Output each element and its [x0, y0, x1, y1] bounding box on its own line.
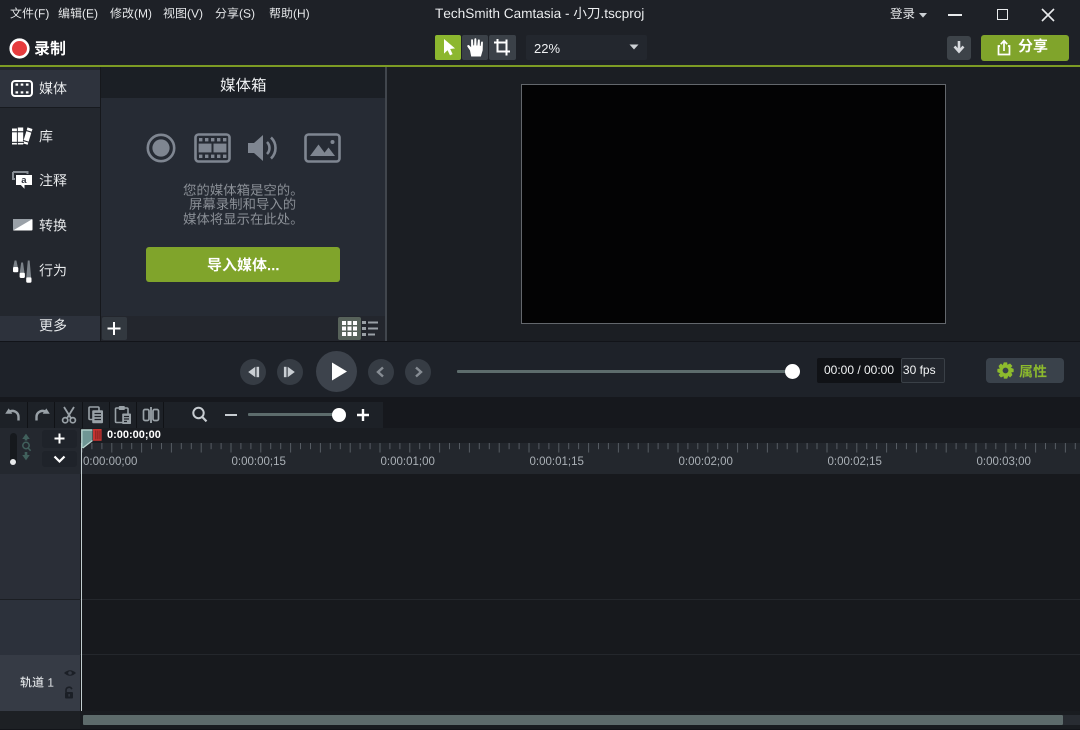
svg-text:a: a: [21, 175, 27, 186]
